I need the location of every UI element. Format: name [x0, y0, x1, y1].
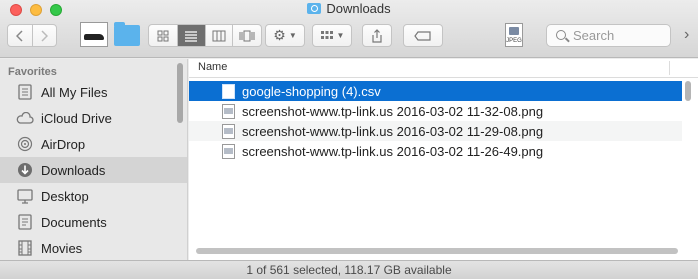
sidebar: Favorites All My Files iCloud Drive AirD…: [0, 59, 188, 260]
download-icon: [16, 161, 34, 179]
file-name: google-shopping (4).csv: [242, 83, 381, 99]
movies-icon: [16, 239, 34, 257]
status-bar: 1 of 561 selected, 118.17 GB available: [0, 260, 698, 279]
desktop-icon: [16, 187, 34, 205]
sidebar-item-airdrop[interactable]: AirDrop: [0, 131, 187, 157]
window-title: Downloads: [0, 1, 698, 19]
share-icon: [372, 28, 382, 43]
jpeg-label: JPEG: [506, 38, 522, 44]
list-icon: [185, 30, 198, 42]
sidebar-item-documents[interactable]: Documents: [0, 209, 187, 235]
pinned-image-thumbnail[interactable]: [80, 22, 108, 47]
document-icon: [222, 83, 235, 99]
sidebar-item-all-my-files[interactable]: All My Files: [0, 79, 187, 105]
edit-tags-button[interactable]: [403, 24, 443, 47]
gear-icon: ⚙: [273, 27, 286, 43]
list-view-button[interactable]: [177, 25, 206, 46]
documents-icon: [16, 213, 34, 231]
sidebar-item-downloads[interactable]: Downloads: [0, 157, 187, 183]
image-file-icon: [222, 143, 235, 159]
grid-icon: [157, 30, 169, 41]
pinned-folder-icon[interactable]: [114, 22, 140, 46]
window-toolbar: Downloads ⚙ ▼ ▼ JPEG Search ›: [0, 0, 698, 58]
share-button[interactable]: [362, 24, 392, 47]
downloads-folder-icon: [307, 3, 322, 14]
cover-flow-icon: [239, 30, 255, 41]
chevron-down-icon: ▼: [288, 31, 297, 40]
sidebar-item-desktop[interactable]: Desktop: [0, 183, 187, 209]
column-header-label: Name: [198, 61, 228, 73]
all-files-icon: [16, 83, 34, 101]
chevron-right-icon: [41, 29, 49, 42]
cloud-icon: [16, 109, 34, 127]
icon-view-button[interactable]: [149, 25, 178, 46]
forward-button[interactable]: [33, 25, 57, 46]
image-file-icon: [222, 103, 235, 119]
file-name: screenshot-www.tp-link.us 2016-03-02 11-…: [242, 123, 544, 139]
sidebar-item-label: Desktop: [41, 188, 89, 204]
sidebar-scrollbar[interactable]: [177, 63, 183, 123]
chevron-down-icon: ▼: [336, 31, 345, 40]
navigation-buttons: [7, 24, 57, 47]
sidebar-item-label: Downloads: [41, 162, 106, 178]
toolbar-overflow-icon[interactable]: ›: [684, 26, 689, 44]
airdrop-icon: [16, 135, 34, 153]
file-row[interactable]: screenshot-www.tp-link.us 2016-03-02 11-…: [189, 101, 682, 121]
sidebar-item-label: Documents: [41, 214, 107, 230]
file-name: screenshot-www.tp-link.us 2016-03-02 11-…: [242, 103, 544, 119]
arrange-menu-button[interactable]: ▼: [312, 24, 352, 47]
file-list-horizontal-scrollbar[interactable]: [196, 248, 678, 254]
columns-icon: [212, 30, 226, 41]
action-menu-button[interactable]: ⚙ ▼: [265, 24, 305, 47]
back-button[interactable]: [8, 25, 33, 46]
jpeg-file-icon[interactable]: JPEG: [505, 23, 523, 47]
sidebar-item-label: Movies: [41, 240, 83, 256]
status-text: 1 of 561 selected, 118.17 GB available: [246, 263, 452, 277]
sidebar-item-icloud-drive[interactable]: iCloud Drive: [0, 105, 187, 131]
sidebar-heading-favorites: Favorites: [8, 66, 57, 78]
tag-icon: [414, 30, 431, 41]
image-file-icon: [222, 123, 235, 139]
file-row[interactable]: screenshot-www.tp-link.us 2016-03-02 11-…: [189, 141, 682, 161]
sidebar-item-movies[interactable]: Movies: [0, 235, 187, 260]
column-view-button[interactable]: [206, 25, 234, 46]
chevron-left-icon: [15, 29, 23, 42]
search-placeholder: Search: [573, 28, 615, 43]
column-header-name[interactable]: Name: [189, 59, 698, 78]
sidebar-item-label: iCloud Drive: [41, 110, 112, 126]
cover-flow-button[interactable]: [233, 25, 261, 46]
view-mode-control: [148, 24, 262, 47]
column-separator[interactable]: [669, 61, 670, 75]
search-field[interactable]: Search: [546, 24, 671, 47]
file-list: Name google-shopping (4).csv screenshot-…: [189, 59, 698, 260]
file-row[interactable]: screenshot-www.tp-link.us 2016-03-02 11-…: [189, 121, 682, 141]
file-name: screenshot-www.tp-link.us 2016-03-02 11-…: [242, 143, 544, 159]
arrange-grid-icon: [320, 30, 333, 39]
sidebar-item-label: All My Files: [41, 84, 108, 100]
file-row[interactable]: google-shopping (4).csv: [189, 81, 682, 101]
search-icon: [556, 30, 566, 40]
file-list-vertical-scrollbar[interactable]: [685, 81, 691, 101]
sidebar-item-label: AirDrop: [41, 136, 86, 152]
